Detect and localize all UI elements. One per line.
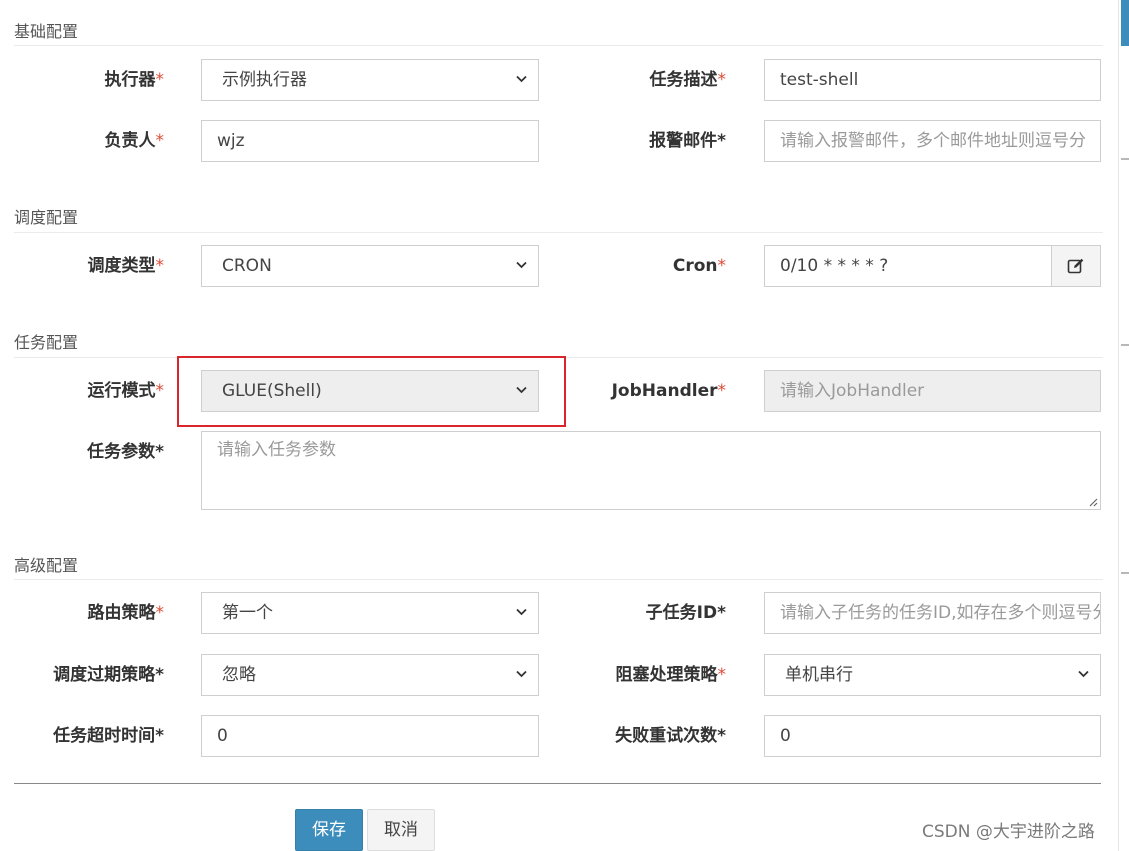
misfire-strategy-select[interactable]: 忽略 <box>201 654 539 696</box>
schedule-type-select[interactable]: CRON <box>201 245 539 287</box>
cron-input[interactable]: 0/10 * * * * ? <box>764 245 1053 287</box>
chevron-down-icon <box>516 261 527 271</box>
chevron-down-icon <box>516 608 527 618</box>
footer-divider <box>14 783 1101 784</box>
job-param-textarea[interactable]: 请输入任务参数 <box>201 431 1101 510</box>
alarm-email-label: 报警邮件* <box>649 131 726 151</box>
section-divider <box>14 232 1103 233</box>
section-divider <box>14 45 1103 46</box>
scrollbar-marker <box>1121 572 1129 574</box>
scrollbar-thumb[interactable] <box>1121 0 1129 46</box>
schedule-type-label: 调度类型* <box>87 256 165 276</box>
highlight-box <box>177 356 566 427</box>
author-label: 负责人* <box>104 131 165 151</box>
author-input[interactable]: wjz <box>201 120 539 162</box>
job-desc-label: 任务描述* <box>649 70 727 90</box>
fail-retry-label: 失败重试次数* <box>615 726 726 746</box>
child-job-id-label: 子任务ID* <box>645 603 726 623</box>
cron-edit-button[interactable] <box>1051 245 1101 287</box>
job-handler-label: JobHandler* <box>611 381 726 401</box>
job-handler-input[interactable]: 请输入JobHandler <box>764 370 1101 412</box>
route-strategy-label: 路由策略* <box>87 603 165 623</box>
edit-icon <box>1067 258 1084 274</box>
misfire-strategy-label: 调度过期策略* <box>53 665 164 685</box>
executor-label: 执行器* <box>104 70 165 90</box>
section-divider <box>14 579 1103 580</box>
fail-retry-input[interactable]: 0 <box>764 715 1101 757</box>
job-desc-input[interactable]: test-shell <box>764 59 1101 101</box>
timeout-label: 任务超时时间* <box>53 726 164 746</box>
save-button[interactable]: 保存 <box>295 809 363 851</box>
chevron-down-icon <box>516 670 527 680</box>
glue-type-label: 运行模式* <box>87 381 165 401</box>
scrollbar-marker <box>1121 158 1129 160</box>
vertical-scrollbar[interactable] <box>1118 0 1129 851</box>
block-strategy-label: 阻塞处理策略* <box>615 665 727 685</box>
section-title-basic: 基础配置 <box>14 22 79 41</box>
child-job-id-input[interactable]: 请输入子任务的任务ID,如存在多个则逗号分隔 <box>764 592 1101 634</box>
watermark: CSDN @大宇进阶之路 <box>922 822 1095 842</box>
section-title-task: 任务配置 <box>14 333 79 352</box>
section-title-advanced: 高级配置 <box>14 556 79 575</box>
alarm-email-input[interactable]: 请输入报警邮件，多个邮件地址则逗号分 <box>764 120 1101 162</box>
block-strategy-select[interactable]: 单机串行 <box>764 654 1101 696</box>
executor-select[interactable]: 示例执行器 <box>201 59 539 101</box>
chevron-down-icon <box>1078 670 1089 680</box>
section-title-schedule: 调度配置 <box>14 208 79 227</box>
timeout-input[interactable]: 0 <box>201 715 539 757</box>
job-param-placeholder: 请输入任务参数 <box>217 440 336 460</box>
cron-label: Cron* <box>672 256 726 276</box>
resize-handle-icon[interactable] <box>1088 497 1098 507</box>
cancel-button[interactable]: 取消 <box>367 809 435 851</box>
scrollbar-marker <box>1121 344 1129 346</box>
job-param-label: 任务参数* <box>87 442 164 462</box>
route-strategy-select[interactable]: 第一个 <box>201 592 539 634</box>
chevron-down-icon <box>516 75 527 85</box>
